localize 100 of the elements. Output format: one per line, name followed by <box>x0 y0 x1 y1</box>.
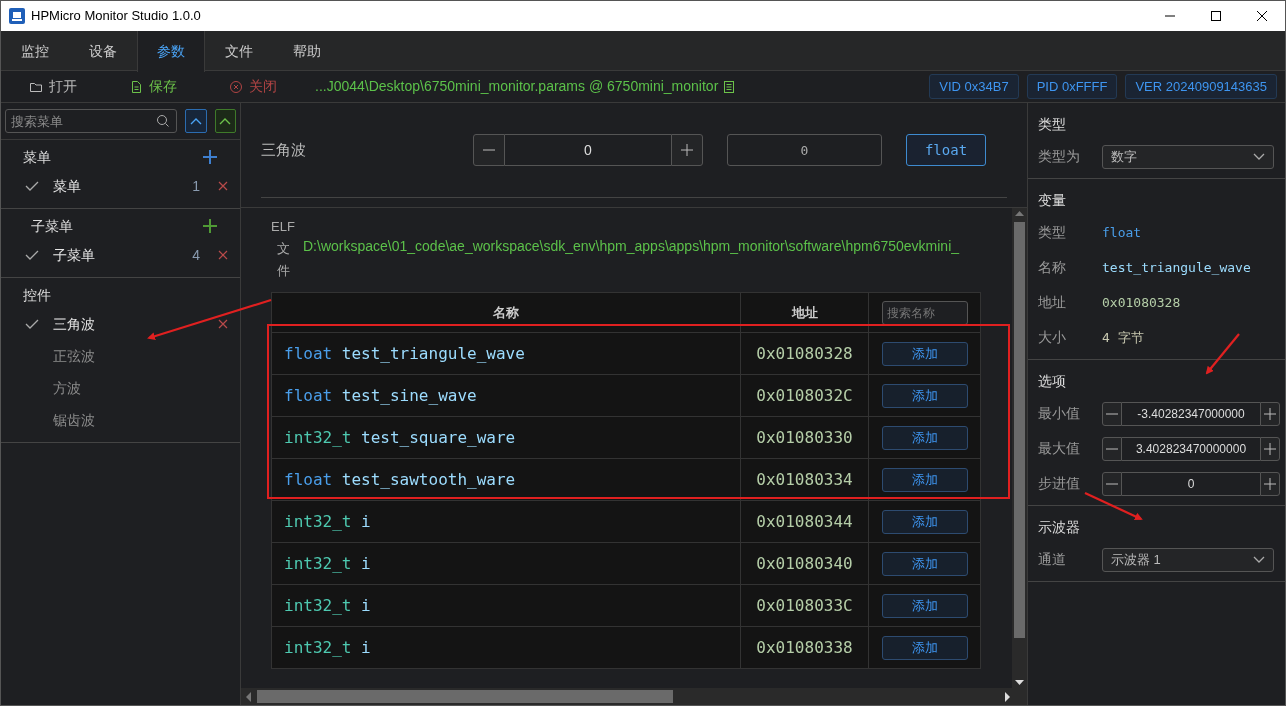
document-icon <box>723 79 736 94</box>
open-button[interactable]: 打开 <box>17 76 117 97</box>
section-title: 菜单 <box>23 147 51 167</box>
sidebar-item[interactable]: 子菜单 <box>53 244 193 266</box>
section-title: 子菜单 <box>31 216 73 236</box>
add-button[interactable]: 添加 <box>881 383 968 408</box>
number-field[interactable]: 0 <box>1122 471 1260 496</box>
delete-icon[interactable] <box>218 319 228 329</box>
sidebar-item[interactable]: 方波 <box>53 377 228 399</box>
add-button[interactable]: 添加 <box>881 425 968 450</box>
app-logo-icon <box>9 8 25 24</box>
scroll-down-icon <box>1015 678 1024 688</box>
minus-icon <box>1106 412 1118 415</box>
table-cell: float test_triangule_wave <box>271 332 741 375</box>
horizontal-scrollbar[interactable] <box>241 688 1027 705</box>
increment-button[interactable] <box>1260 436 1280 461</box>
add-icon[interactable] <box>202 218 218 234</box>
add-button[interactable]: 添加 <box>881 467 968 492</box>
number-field[interactable]: -3.40282347000000 <box>1122 401 1260 426</box>
field-label: 最大值 <box>1038 439 1081 458</box>
table-cell: int32_t i <box>271 500 741 543</box>
field-label: 通道 <box>1038 550 1067 569</box>
section-title: 示波器 <box>1037 517 1081 537</box>
decrement-button[interactable] <box>473 134 505 166</box>
sidebar-item[interactable]: 锯齿波 <box>53 409 228 431</box>
dropdown[interactable]: 数字 <box>1102 144 1274 169</box>
chevron-down-icon <box>1253 555 1265 564</box>
column-header: 名称 <box>271 292 741 333</box>
search-field[interactable]: 搜索名称 <box>881 300 968 325</box>
section-title: 变量 <box>1037 190 1067 210</box>
add-button[interactable]: 添加 <box>881 593 968 618</box>
table-cell: 0x01080334 <box>740 458 869 501</box>
increment-button[interactable] <box>1260 471 1280 496</box>
scroll-up-icon <box>1015 208 1024 218</box>
vertical-scrollbar[interactable] <box>1012 208 1027 688</box>
tab[interactable]: 文件 <box>205 31 273 71</box>
field-label: 名称 <box>1038 258 1067 277</box>
field-label: 类型 <box>1038 223 1067 242</box>
type-button[interactable]: float <box>906 134 986 166</box>
field-value: 4 字节 <box>1102 328 1144 347</box>
table-cell: 0x01080344 <box>740 500 869 543</box>
table-cell: 0x0108033C <box>740 584 869 627</box>
dropdown[interactable]: 示波器 1 <box>1102 547 1274 572</box>
value-field[interactable]: 0 <box>727 134 882 166</box>
tab[interactable]: 帮助 <box>273 31 341 71</box>
number-field[interactable]: 3.402823470000000 <box>1122 436 1260 461</box>
section-title: 选项 <box>1037 371 1067 391</box>
add-button[interactable]: 添加 <box>881 635 968 660</box>
minus-icon <box>1106 482 1118 485</box>
tab[interactable]: 参数 <box>137 31 205 72</box>
collapse-button[interactable] <box>214 109 236 133</box>
annotation-arrow <box>1205 333 1240 375</box>
delete-icon[interactable] <box>218 181 228 191</box>
decrement-button[interactable] <box>1102 471 1122 496</box>
close-circle-icon <box>229 79 243 94</box>
item-count: 4 <box>192 245 200 265</box>
field-value: 0x01080328 <box>1102 293 1181 312</box>
table-cell: 0x01080340 <box>740 542 869 585</box>
table-cell: float test_sine_wave <box>271 374 741 417</box>
add-button[interactable]: 添加 <box>881 509 968 534</box>
close-icon[interactable] <box>1255 10 1269 22</box>
plus-icon <box>681 144 693 156</box>
number-field[interactable]: 0 <box>505 134 671 166</box>
table-cell: 0x01080330 <box>740 416 869 459</box>
file-path: ...J0044\Desktop\6750mini_monitor.params @ 6750mini_monitor <box>315 77 719 96</box>
chevron-up-icon <box>189 117 202 125</box>
sidebar-item[interactable]: 三角波 <box>53 313 218 335</box>
minus-icon <box>1106 447 1118 450</box>
table-cell: 0x0108032C <box>740 374 869 417</box>
collapse-button[interactable] <box>185 109 207 133</box>
search-field[interactable]: 搜索菜单 <box>5 109 177 133</box>
section-title: 控件 <box>23 285 51 305</box>
info-badge: PID 0xFFFF <box>1026 73 1118 100</box>
increment-button[interactable] <box>1260 401 1280 426</box>
increment-button[interactable] <box>671 134 703 166</box>
minus-icon <box>483 149 495 151</box>
decrement-button[interactable] <box>1102 401 1122 426</box>
plus-icon <box>1264 442 1276 455</box>
add-button[interactable]: 添加 <box>881 551 968 576</box>
tab[interactable]: 监控 <box>1 31 69 71</box>
sidebar-item[interactable]: 正弦波 <box>53 345 228 367</box>
field-label: 类型为 <box>1038 147 1081 166</box>
info-badge: VER 20240909143635 <box>1125 73 1277 100</box>
add-icon[interactable] <box>202 149 218 165</box>
table-cell: int32_t i <box>271 626 741 669</box>
item-count: 1 <box>192 176 200 196</box>
info-badge: VID 0x34B7 <box>929 73 1019 100</box>
chevron-down-icon <box>1253 152 1265 161</box>
annotation-arrow <box>1084 492 1143 521</box>
decrement-button[interactable] <box>1102 436 1122 461</box>
add-button[interactable]: 添加 <box>881 341 968 366</box>
sidebar-item[interactable]: 菜单 <box>53 175 193 197</box>
control-label: 三角波 <box>261 139 307 160</box>
window-title: HPMicro Monitor Studio 1.0.0 <box>31 7 202 26</box>
table-cell: int32_t i <box>271 542 741 585</box>
delete-icon[interactable] <box>218 250 228 260</box>
tab[interactable]: 设备 <box>69 31 137 71</box>
column-header: 地址 <box>740 292 869 333</box>
maximize-icon[interactable] <box>1209 10 1223 22</box>
save-button[interactable]: 保存 <box>117 76 217 97</box>
